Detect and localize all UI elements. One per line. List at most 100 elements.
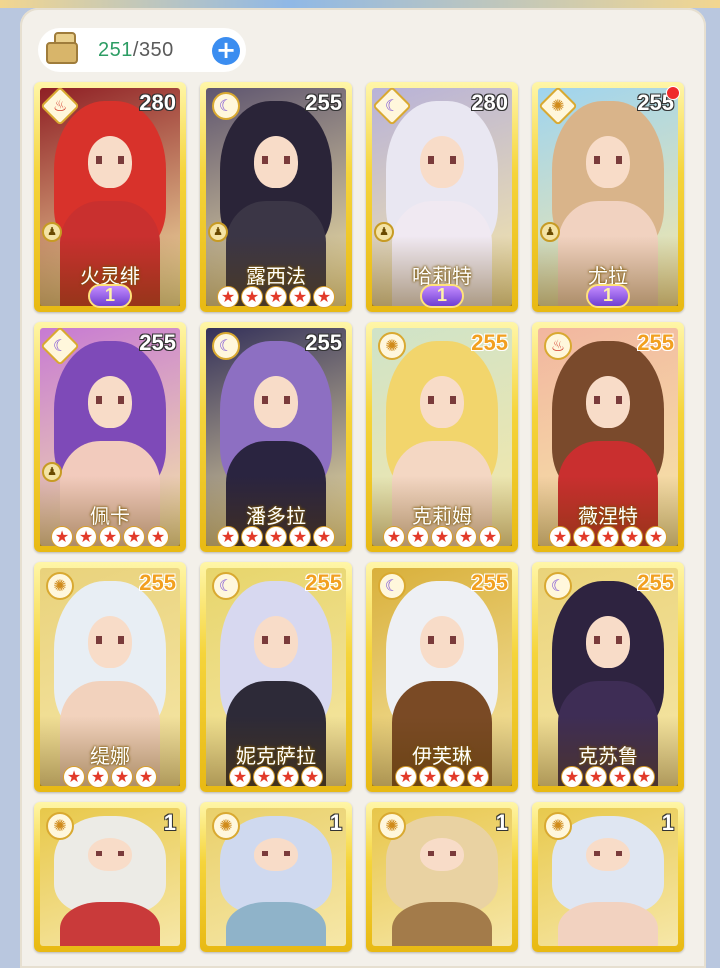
star-icon: ★: [229, 766, 251, 788]
character-level: 255: [471, 570, 508, 595]
star-icon: ★: [431, 526, 453, 548]
character-level: 255: [305, 330, 342, 355]
star-icon: ★: [135, 766, 157, 788]
character-name: 潘多拉: [246, 504, 306, 528]
character-card[interactable]: ☾ 255 ♟ 佩卡 ★ ★ ★ ★ ★: [34, 322, 186, 552]
character-level: 280: [139, 90, 176, 115]
star-rating: ★ ★ ★ ★: [206, 766, 346, 788]
star-icon: ★: [217, 526, 239, 548]
character-level: 1: [329, 810, 342, 835]
sun-element-icon: ✺: [374, 328, 410, 364]
character-card[interactable]: ☾ 255 潘多拉 ★ ★ ★ ★ ★: [200, 322, 352, 552]
star-rating: ★ ★ ★ ★: [372, 766, 512, 788]
star-icon: ★: [99, 526, 121, 548]
star-icon: ★: [597, 526, 619, 548]
character-level: 255: [637, 570, 674, 595]
top-banner-strip: [0, 0, 720, 8]
character-card[interactable]: ♨ 255 薇涅特 ★ ★ ★ ★ ★: [532, 322, 684, 552]
moon-element-icon: ☾: [40, 326, 80, 366]
star-icon: ★: [277, 766, 299, 788]
capacity-counter: 251/350: [98, 39, 174, 62]
character-card[interactable]: ✺ 1: [366, 802, 518, 952]
moon-element-icon: ☾: [540, 568, 576, 604]
star-rating: ★ ★ ★ ★ ★: [538, 526, 678, 548]
character-level: 255: [471, 330, 508, 355]
character-card[interactable]: ☾ 255 妮克萨拉 ★ ★ ★ ★: [200, 562, 352, 792]
rank-badge: 1: [420, 284, 464, 308]
character-name: 缇娜: [90, 744, 130, 768]
star-rating: ★ ★ ★ ★ ★: [372, 526, 512, 548]
character-level: 255: [637, 330, 674, 355]
character-card[interactable]: ✺ 1: [532, 802, 684, 952]
fire-element-icon: ♨: [40, 86, 80, 126]
star-icon: ★: [549, 526, 571, 548]
star-icon: ★: [241, 286, 263, 308]
star-icon: ★: [585, 766, 607, 788]
character-card[interactable]: ✺ 255 克莉姆 ★ ★ ★ ★ ★: [366, 322, 518, 552]
star-icon: ★: [443, 766, 465, 788]
sun-element-icon: ✺: [538, 86, 578, 126]
character-level: 255: [139, 330, 176, 355]
star-icon: ★: [253, 766, 275, 788]
star-rating: ★ ★ ★ ★ ★: [206, 526, 346, 548]
chess-pawn-icon: ♟: [540, 222, 560, 242]
star-icon: ★: [313, 526, 335, 548]
star-icon: ★: [609, 766, 631, 788]
character-card-grid: ♨ 280 ♟ 火灵绯 1 ☾ 255 ♟ 露西法 ★ ★ ★ ★ ★ ☾ 280 ♟ 哈莉特 1 ✺ 255 ♟ 尤拉 1 ☾…: [34, 82, 690, 952]
supply-box-icon: [40, 28, 84, 72]
capacity-current: 251: [98, 38, 133, 61]
star-icon: ★: [383, 526, 405, 548]
sun-element-icon: ✺: [374, 808, 410, 844]
character-card[interactable]: ☾ 280 ♟ 哈莉特 1: [366, 82, 518, 312]
character-card[interactable]: ✺ 255 ♟ 尤拉 1: [532, 82, 684, 312]
character-level: 1: [163, 810, 176, 835]
character-card[interactable]: ♨ 280 ♟ 火灵绯 1: [34, 82, 186, 312]
star-rating: ★ ★ ★ ★ ★: [206, 286, 346, 308]
moon-element-icon: ☾: [208, 88, 244, 124]
star-icon: ★: [289, 526, 311, 548]
notification-dot: [666, 86, 680, 100]
character-card[interactable]: ☾ 255 伊芙琳 ★ ★ ★ ★: [366, 562, 518, 792]
chess-pawn-icon: ♟: [208, 222, 228, 242]
star-icon: ★: [75, 526, 97, 548]
character-name: 伊芙琳: [412, 744, 472, 768]
star-icon: ★: [455, 526, 477, 548]
chess-pawn-icon: ♟: [42, 222, 62, 242]
star-rating: ★ ★ ★ ★: [40, 766, 180, 788]
character-level: 255: [305, 90, 342, 115]
character-name: 佩卡: [90, 504, 130, 528]
character-card[interactable]: ☾ 255 ♟ 露西法 ★ ★ ★ ★ ★: [200, 82, 352, 312]
sun-element-icon: ✺: [208, 808, 244, 844]
character-capacity-bar: 251/350 +: [38, 28, 246, 72]
rank-badge: 1: [586, 284, 630, 308]
character-name: 妮克萨拉: [236, 744, 316, 768]
star-icon: ★: [87, 766, 109, 788]
fire-element-icon: ♨: [540, 328, 576, 364]
star-icon: ★: [241, 526, 263, 548]
star-icon: ★: [479, 526, 501, 548]
sun-element-icon: ✺: [540, 808, 576, 844]
sun-element-icon: ✺: [42, 568, 78, 604]
character-level: 1: [495, 810, 508, 835]
star-icon: ★: [301, 766, 323, 788]
character-name: 克苏鲁: [578, 744, 638, 768]
star-icon: ★: [289, 286, 311, 308]
star-icon: ★: [419, 766, 441, 788]
star-icon: ★: [645, 526, 667, 548]
character-card[interactable]: ✺ 1: [200, 802, 352, 952]
character-card[interactable]: ☾ 255 克苏鲁 ★ ★ ★ ★: [532, 562, 684, 792]
character-level: 1: [661, 810, 674, 835]
star-icon: ★: [407, 526, 429, 548]
character-name: 克莉姆: [412, 504, 472, 528]
star-icon: ★: [265, 526, 287, 548]
star-icon: ★: [395, 766, 417, 788]
rank-badge: 1: [88, 284, 132, 308]
star-rating: ★ ★ ★ ★ ★: [40, 526, 180, 548]
chess-pawn-icon: ♟: [374, 222, 394, 242]
character-name: 露西法: [246, 264, 306, 288]
add-capacity-button[interactable]: +: [212, 37, 240, 65]
chess-pawn-icon: ♟: [42, 462, 62, 482]
character-card[interactable]: ✺ 255 缇娜 ★ ★ ★ ★: [34, 562, 186, 792]
character-card[interactable]: ✺ 1: [34, 802, 186, 952]
moon-element-icon: ☾: [208, 568, 244, 604]
